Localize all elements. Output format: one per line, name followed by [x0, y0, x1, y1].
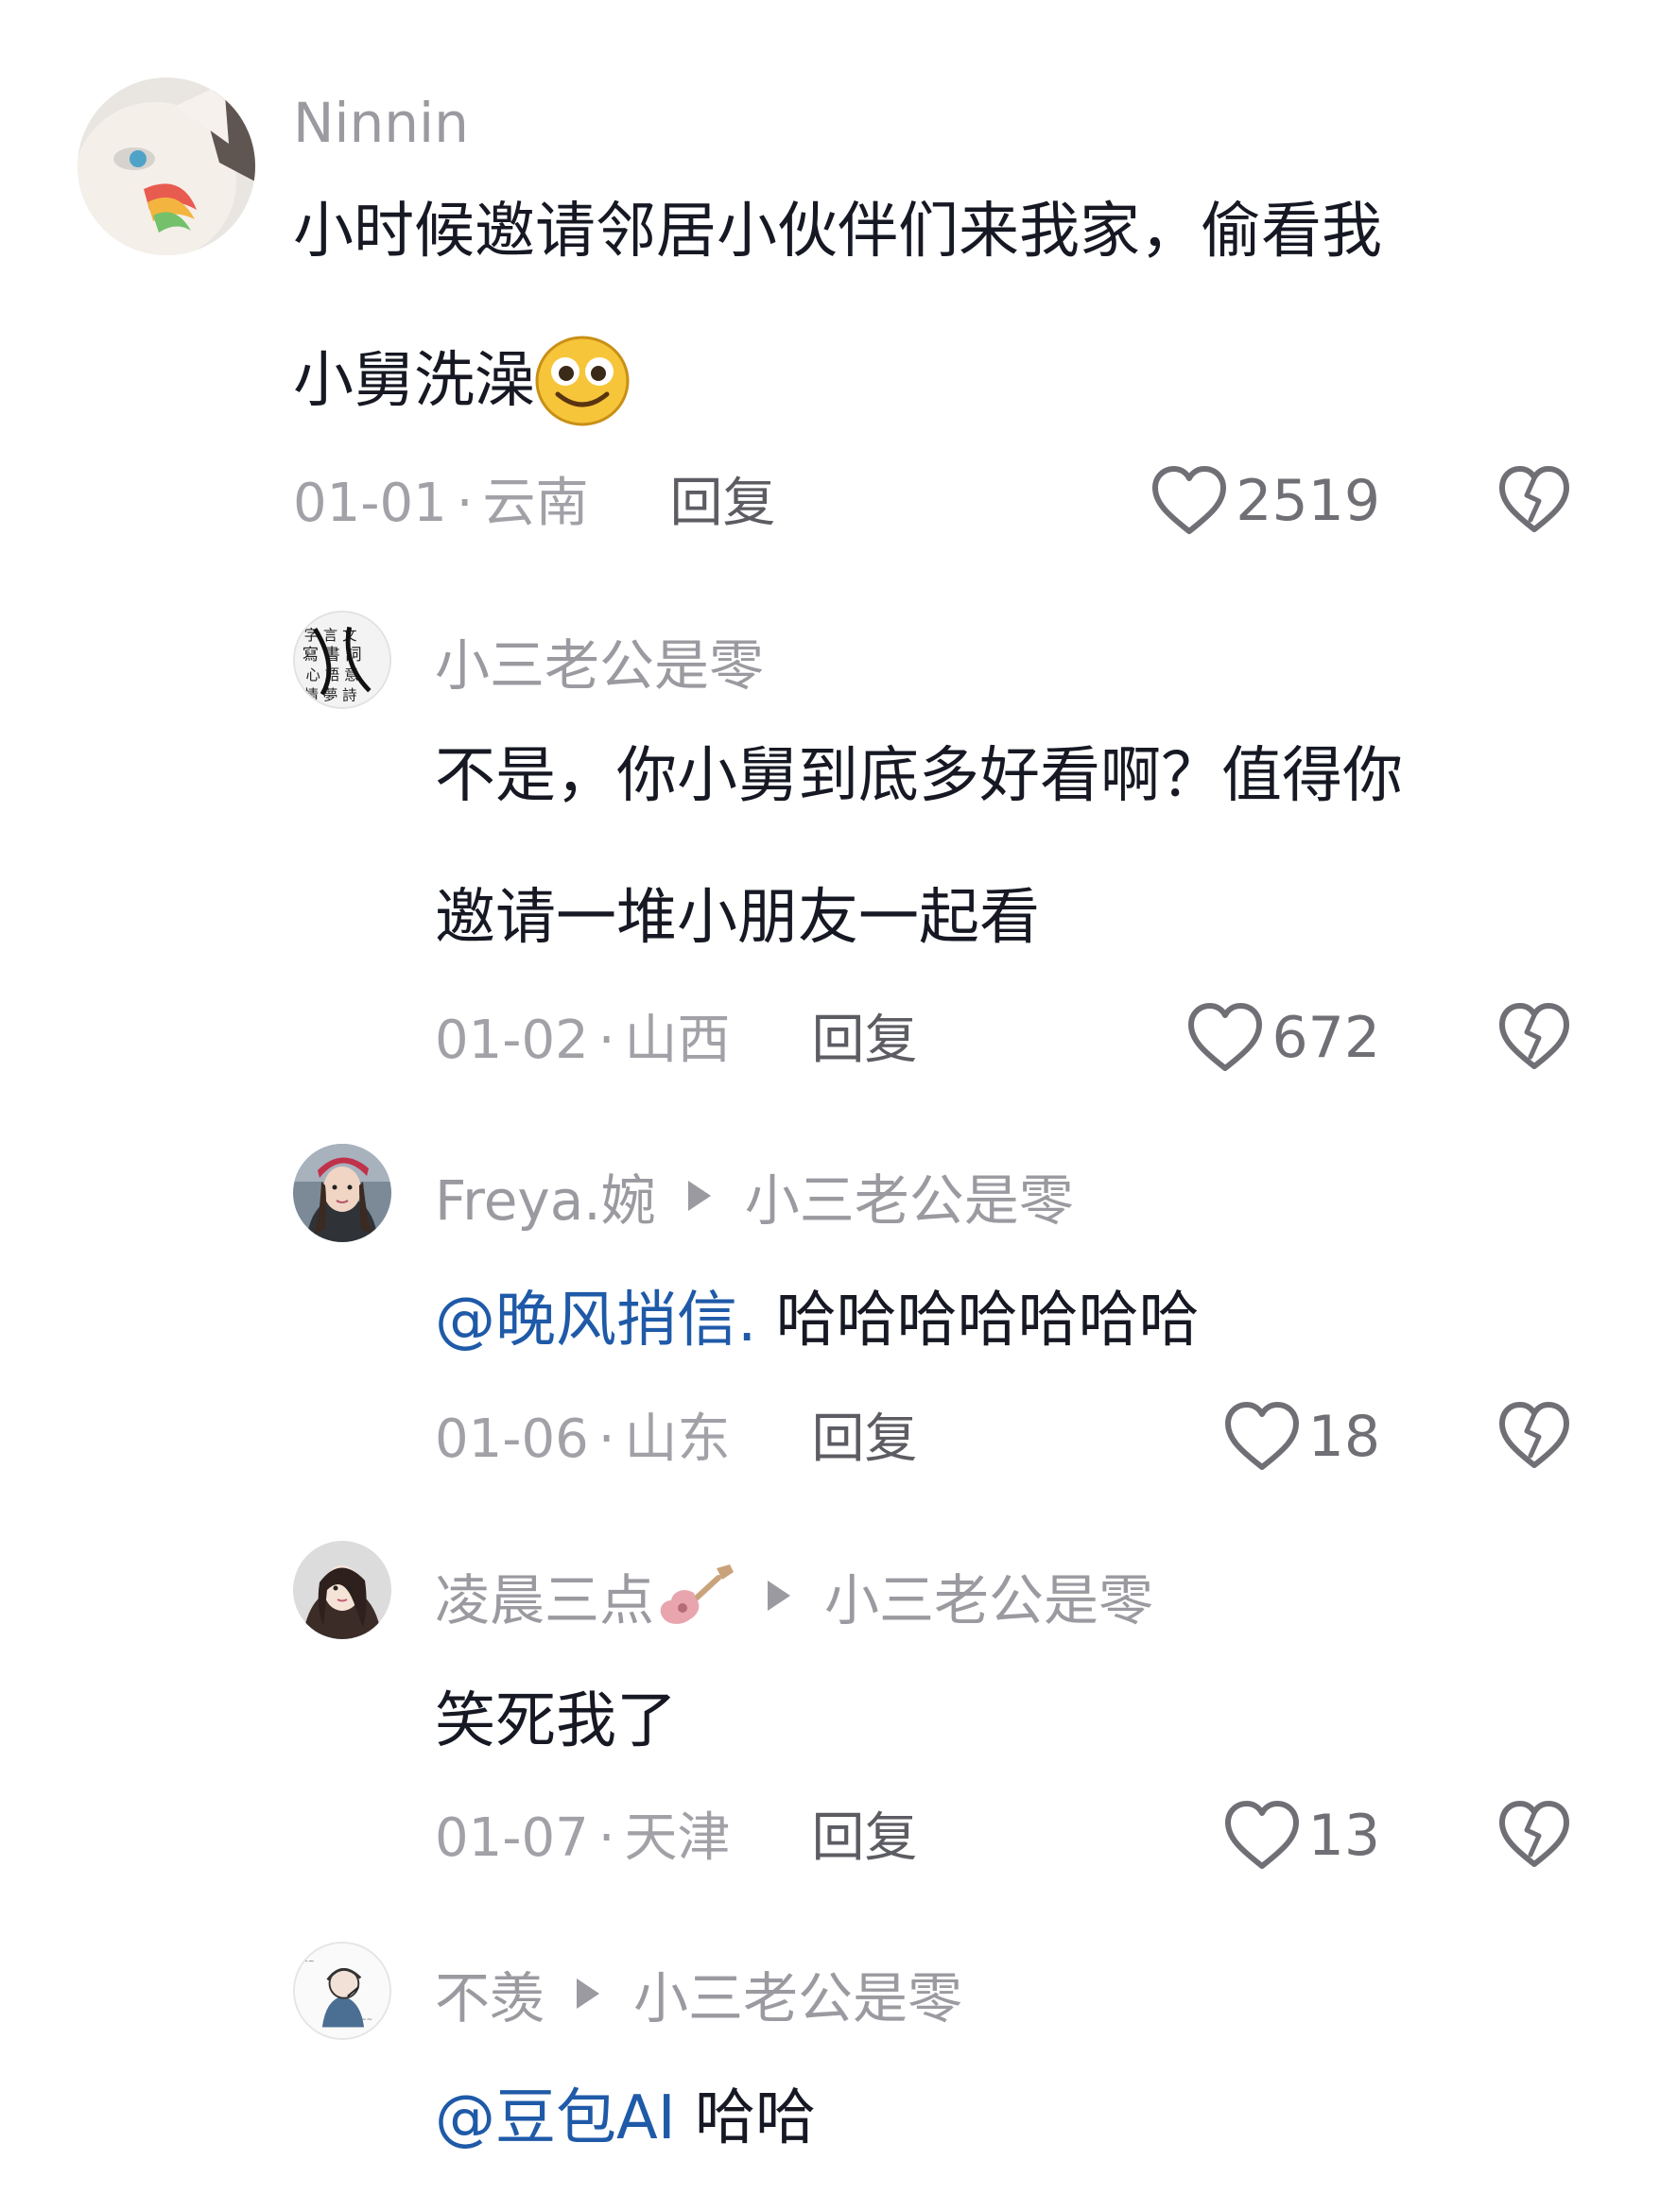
comment-text: 笑死我了	[435, 1688, 677, 1754]
author-line: Ninnin	[293, 87, 469, 159]
heart-icon	[1224, 1402, 1299, 1470]
meta-separator: ·	[597, 1807, 615, 1869]
reply-to-name[interactable]: 小三老公是零	[745, 1156, 1074, 1236]
reply-button[interactable]: 回复	[812, 1806, 918, 1872]
comment-text-line: 哈哈哈哈哈哈哈	[756, 1286, 1200, 1356]
comment-region: 山东	[624, 1408, 731, 1470]
reply-to-name[interactable]: 小三老公是零	[633, 1954, 962, 2033]
like-button[interactable]: 13	[1223, 1798, 1380, 1874]
comment-region: 云南	[482, 473, 589, 534]
reply-arrow-icon	[768, 1581, 791, 1611]
author-name[interactable]: 凌晨三点	[435, 1556, 654, 1635]
comment-region: 山西	[624, 1010, 731, 1071]
svg-text:心 語 意: 心 語 意	[306, 665, 359, 683]
like-count: 18	[1307, 1404, 1380, 1470]
like-count: 13	[1307, 1803, 1380, 1869]
heart-icon	[1224, 1801, 1299, 1869]
avatar[interactable]	[78, 78, 255, 255]
comment-text-line: 不是，你小舅到底多好看啊？值得你	[435, 741, 1403, 811]
girl2-avatar-icon	[293, 1541, 391, 1639]
svg-text:情 夢 詩: 情 夢 詩	[304, 686, 357, 703]
heart-icon	[1152, 466, 1227, 534]
broken-heart-icon[interactable]	[1497, 465, 1571, 535]
comment-date: 01-07	[435, 1807, 589, 1869]
avatar[interactable]	[293, 1541, 391, 1639]
comment-text: 小时候邀请邻居小伙伴们来我家，偷看我	[293, 199, 1382, 265]
mention-link[interactable]: @豆包AI	[435, 2083, 676, 2153]
comment-text-line: 邀请一堆小朋友一起看	[435, 883, 1040, 953]
sketch-avatar-icon: ~~ ~~	[295, 1944, 389, 2038]
reply-arrow-icon	[577, 1979, 600, 2009]
broken-heart-icon[interactable]	[1497, 1401, 1571, 1471]
avatar[interactable]: ~~ ~~	[293, 1942, 391, 2040]
comment-text: @豆包AI 哈哈	[435, 2085, 816, 2152]
heart-icon	[1188, 1003, 1263, 1071]
comment-list: Ninnin 小时候邀请邻居小伙伴们来我家，偷看我 小舅洗澡 01-01 · 云…	[0, 0, 1660, 2212]
comment-text: 不是，你小舅到底多好看啊？值得你	[435, 743, 1403, 809]
svg-text:~~: ~~	[303, 1957, 315, 1965]
author-name[interactable]: 不羡	[435, 1954, 545, 2033]
like-count: 2519	[1236, 468, 1380, 534]
comment-text: @晚风捎信. 哈哈哈哈哈哈哈	[435, 1287, 1200, 1354]
author-line: 小三老公是零	[435, 626, 764, 698]
author-name[interactable]: 小三老公是零	[435, 621, 764, 700]
comment-meta: 01-07 · 天津 回复	[435, 1806, 918, 1872]
like-button[interactable]: 672	[1186, 1000, 1380, 1076]
meta-separator: ·	[597, 1010, 615, 1071]
comment-date: 01-01	[293, 473, 447, 534]
comment-meta: 01-06 · 山东 回复	[435, 1407, 918, 1473]
comment-date: 01-06	[435, 1408, 589, 1470]
like-count: 672	[1271, 1005, 1380, 1071]
svg-text:~~: ~~	[360, 2015, 372, 2024]
meta-separator: ·	[456, 473, 474, 534]
author-line: 不羡 小三老公是零	[435, 1959, 962, 2031]
reply-button[interactable]: 回复	[812, 1008, 918, 1074]
comment-text-line2: 小舅洗澡	[293, 336, 630, 426]
bottom-fade	[0, 2174, 1660, 2212]
meta-separator: ·	[597, 1408, 615, 1470]
calligraphy-avatar-icon: 字 言 文 寫 書 詞 心 語 意 情 夢 詩	[295, 613, 389, 707]
slightly-smiling-face-emoji	[535, 336, 630, 426]
like-button[interactable]: 2519	[1150, 463, 1380, 539]
comment-date: 01-02	[435, 1010, 589, 1071]
comment-text-line: 笑死我了	[435, 1686, 677, 1756]
comment-region: 天津	[624, 1807, 731, 1869]
comment-text-line: 小时候邀请邻居小伙伴们来我家，偷看我	[293, 197, 1382, 267]
comment-meta: 01-02 · 山西 回复	[435, 1008, 918, 1074]
like-button[interactable]: 18	[1223, 1399, 1380, 1475]
reply-button[interactable]: 回复	[670, 471, 776, 537]
comment-text-line2: 邀请一堆小朋友一起看	[435, 885, 1040, 951]
reply-arrow-icon	[687, 1181, 711, 1211]
comment-text-line: 哈哈	[675, 2083, 816, 2153]
mention-link[interactable]: @晚风捎信.	[435, 1286, 756, 1356]
author-line: 凌晨三点 小三老公是零	[435, 1560, 1153, 1633]
comment-text-line: 小舅洗澡	[293, 346, 535, 416]
guitar-emoji	[660, 1564, 735, 1624]
avatar[interactable]	[293, 1144, 391, 1242]
avatar[interactable]: 字 言 文 寫 書 詞 心 語 意 情 夢 詩	[293, 611, 391, 709]
girl-avatar-icon	[293, 1144, 391, 1242]
broken-heart-icon[interactable]	[1497, 1002, 1571, 1072]
comment-meta: 01-01 · 云南 回复	[293, 471, 776, 537]
reply-to-name[interactable]: 小三老公是零	[824, 1556, 1153, 1635]
cat-avatar-icon	[78, 78, 255, 255]
broken-heart-icon[interactable]	[1497, 1800, 1571, 1870]
author-line: Freya.婉 小三老公是零	[435, 1161, 1074, 1233]
reply-button[interactable]: 回复	[812, 1407, 918, 1473]
author-name[interactable]: Freya.婉	[435, 1156, 656, 1236]
author-name[interactable]: Ninnin	[293, 91, 469, 155]
